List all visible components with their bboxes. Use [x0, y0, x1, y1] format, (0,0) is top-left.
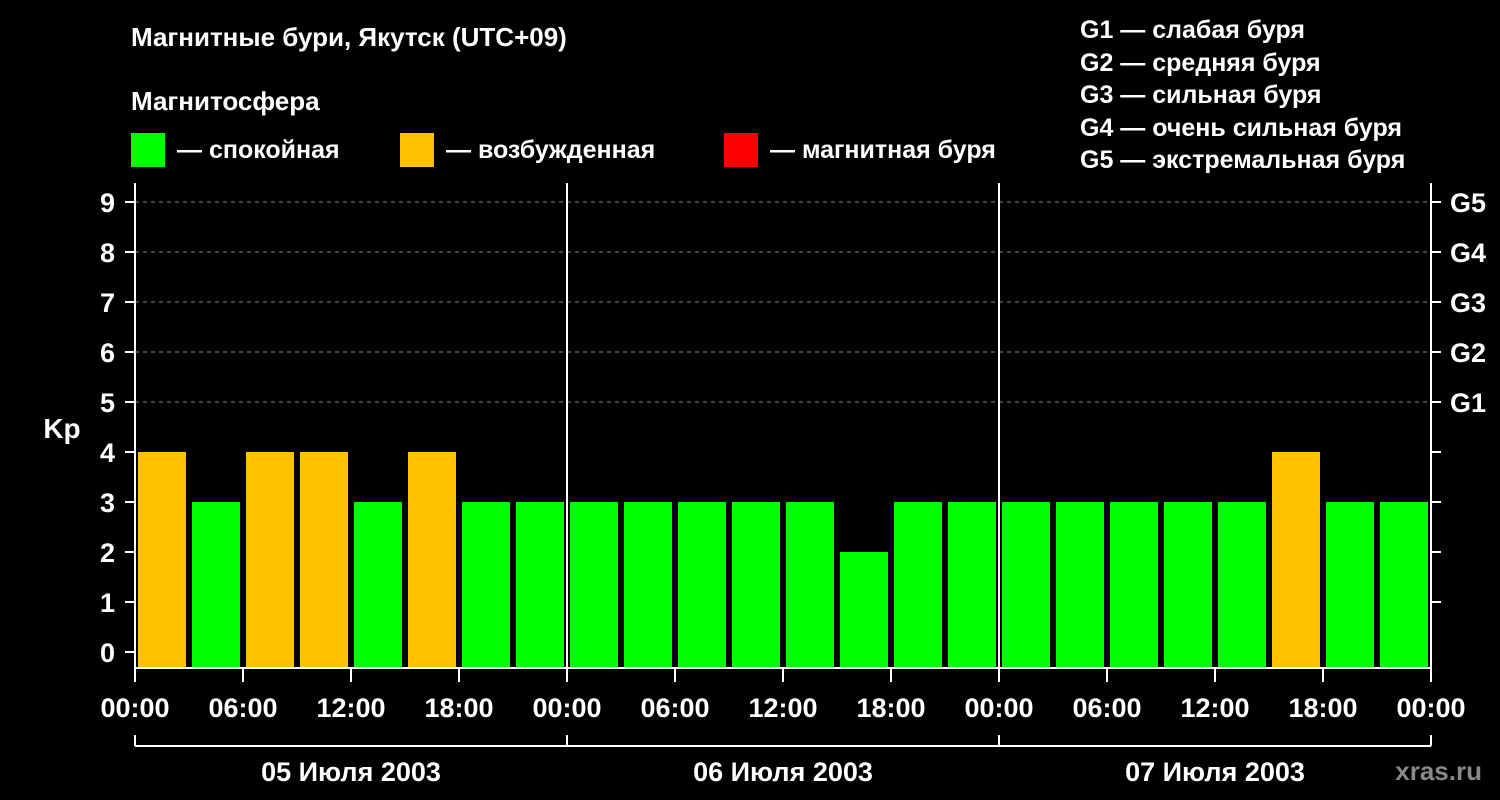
kp-bar	[1056, 502, 1104, 668]
kp-bar	[246, 452, 294, 668]
y-tick-label: 0	[100, 638, 115, 668]
x-tick-label: 18:00	[424, 693, 493, 723]
x-tick-label: 06:00	[640, 693, 709, 723]
kp-bar	[192, 502, 240, 668]
kp-bar	[1218, 502, 1266, 668]
kp-bar	[1002, 502, 1050, 668]
y-tick-label: 3	[100, 488, 115, 518]
kp-bar	[1326, 502, 1374, 668]
x-tick-label: 06:00	[1072, 693, 1141, 723]
kp-bar	[1164, 502, 1212, 668]
y-tick-label: 1	[100, 588, 115, 618]
x-tick-label: 00:00	[1396, 693, 1465, 723]
kp-bar	[1272, 452, 1320, 668]
kp-bar	[570, 502, 618, 668]
x-tick-label: 12:00	[316, 693, 385, 723]
bars	[138, 452, 1428, 668]
g-scale-label: G3	[1450, 288, 1486, 318]
kp-bar	[1110, 502, 1158, 668]
date-label: 05 Июля 2003	[261, 757, 441, 787]
kp-bar	[300, 452, 348, 668]
y-tick-label: 5	[100, 388, 115, 418]
y-tick-label: 6	[100, 338, 115, 368]
x-tick-label: 18:00	[1288, 693, 1357, 723]
kp-bar	[516, 502, 564, 668]
g-scale-label: G4	[1450, 238, 1486, 268]
y-axis-label: Kp	[43, 413, 80, 444]
date-label: 06 Июля 2003	[693, 757, 873, 787]
kp-bar	[894, 502, 942, 668]
date-label: 07 Июля 2003	[1125, 757, 1305, 787]
kp-bar	[624, 502, 672, 668]
grid-lines	[135, 201, 1431, 403]
kp-bar	[354, 502, 402, 668]
kp-bar	[462, 502, 510, 668]
x-tick-label: 00:00	[532, 693, 601, 723]
kp-bar-chart: 0 1 2 3 4 5 6 7 8 9 G1 G2 G3 G4 G5 00:00 06:00 12:00 18:00…	[43, 183, 1486, 787]
y-tick-label: 7	[100, 288, 115, 318]
y-tick-label: 9	[100, 188, 115, 218]
kp-bar	[1380, 502, 1428, 668]
y-tick-label: 4	[100, 438, 115, 468]
x-tick-label: 00:00	[100, 693, 169, 723]
kp-bar	[732, 502, 780, 668]
y-tick-label: 8	[100, 238, 115, 268]
x-tick-label: 18:00	[856, 693, 925, 723]
kp-bar	[948, 502, 996, 668]
kp-bar	[840, 552, 888, 668]
watermark: xras.ru	[1395, 756, 1482, 786]
x-tick-label: 00:00	[964, 693, 1033, 723]
kp-bar	[408, 452, 456, 668]
x-tick-label: 12:00	[1180, 693, 1249, 723]
x-tick-label: 12:00	[748, 693, 817, 723]
g-scale-label: G5	[1450, 188, 1486, 218]
x-tick-label: 06:00	[208, 693, 277, 723]
g-scale-label: G1	[1450, 388, 1486, 418]
kp-bar	[678, 502, 726, 668]
y-tick-label: 2	[100, 538, 115, 568]
kp-bar	[138, 452, 186, 668]
kp-bar	[786, 502, 834, 668]
g-scale-label: G2	[1450, 338, 1486, 368]
